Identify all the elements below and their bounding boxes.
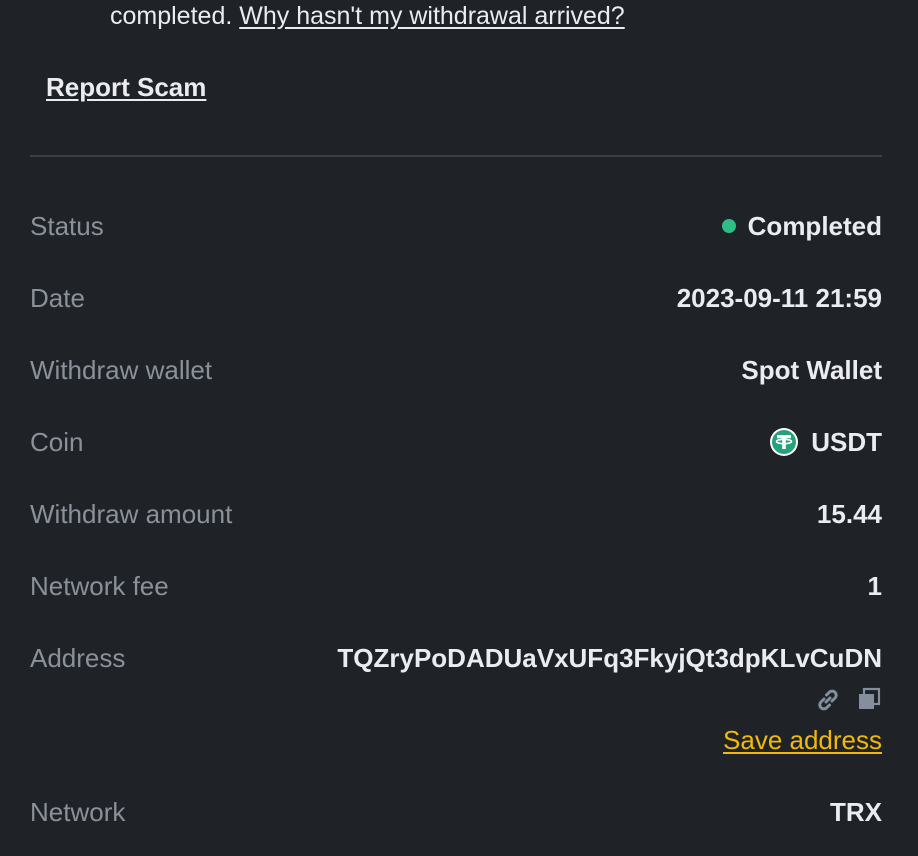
date-row: Date 2023-09-11 21:59 (30, 280, 882, 316)
status-label: Status (30, 211, 104, 241)
withdrawal-details-page: completed. Why hasn't my withdrawal arri… (0, 0, 918, 856)
fee-row: Network fee 1 (30, 568, 882, 604)
address-row: Address TQZryPoDADUaVxUFq3FkyjQt3dpKLvCu… (30, 640, 882, 676)
copy-icon[interactable] (856, 687, 882, 718)
status-row: Status Completed (30, 208, 882, 244)
network-value: TRX (830, 797, 882, 827)
coin-text: USDT (811, 427, 882, 457)
coin-value: USDT (769, 424, 882, 460)
fee-label: Network fee (30, 571, 169, 601)
fee-value: 1 (867, 571, 882, 601)
notice-text: completed. (110, 2, 233, 30)
network-row: Network TRX (30, 794, 882, 830)
status-text: Completed (747, 211, 882, 241)
address-value: TQZryPoDADUaVxUFq3FkyjQt3dpKLvCuDN (337, 643, 882, 673)
coin-row: Coin USDT (30, 424, 882, 460)
address-actions (814, 686, 882, 719)
address-label: Address (30, 643, 126, 673)
coin-label: Coin (30, 427, 84, 457)
network-label: Network (30, 797, 126, 827)
report-scam-link[interactable]: Report Scam (46, 72, 206, 103)
wallet-value: Spot Wallet (741, 355, 882, 385)
wallet-row: Withdraw wallet Spot Wallet (30, 352, 882, 388)
amount-row: Withdraw amount 15.44 (30, 496, 882, 532)
date-label: Date (30, 283, 85, 313)
withdrawal-help-link[interactable]: Why hasn't my withdrawal arrived? (239, 2, 624, 30)
amount-value: 15.44 (816, 499, 882, 529)
divider (30, 155, 882, 157)
link-icon[interactable] (814, 686, 842, 719)
status-value: Completed (721, 208, 882, 244)
withdrawal-notice: completed. Why hasn't my withdrawal arri… (110, 0, 625, 32)
status-dot-icon (721, 219, 736, 233)
date-value: 2023-09-11 21:59 (676, 283, 882, 313)
amount-label: Withdraw amount (30, 499, 233, 529)
wallet-label: Withdraw wallet (30, 355, 213, 385)
tether-icon (769, 427, 799, 457)
save-address-link[interactable]: Save address (723, 722, 882, 758)
